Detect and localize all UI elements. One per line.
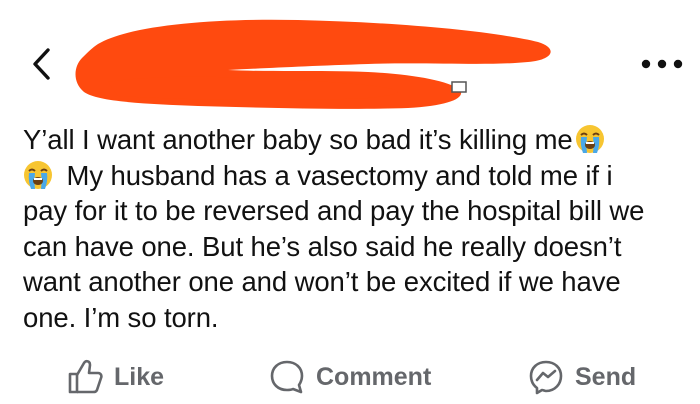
- like-button[interactable]: Like: [66, 355, 164, 399]
- more-options-icon: [641, 59, 683, 69]
- send-button[interactable]: Send: [527, 355, 636, 399]
- comment-button[interactable]: Comment: [268, 355, 431, 399]
- comment-bubble-icon: [270, 360, 304, 394]
- thumbs-up-icon: [68, 359, 103, 394]
- loudly-crying-face-icon: [24, 160, 52, 189]
- chevron-left-icon: [33, 48, 50, 80]
- post-text: Y’all I want another baby so bad it’s ki…: [23, 122, 663, 335]
- loudly-crying-face-icon: [575, 125, 604, 153]
- send-label: Send: [575, 362, 637, 391]
- action-bar: Like Comment Send: [0, 355, 700, 399]
- redaction-scribble: [75, 19, 551, 109]
- post-text-part2: My husband has a vasectomy and told me i…: [23, 159, 645, 333]
- like-label: Like: [114, 362, 165, 391]
- back-button[interactable]: [30, 44, 54, 84]
- comment-label: Comment: [316, 362, 432, 391]
- post-screen: Y’all I want another baby so bad it’s ki…: [0, 0, 700, 404]
- messenger-icon: [529, 360, 563, 395]
- post-text-part1: Y’all I want another baby so bad it’s ki…: [23, 124, 573, 155]
- more-options-button[interactable]: [636, 52, 688, 76]
